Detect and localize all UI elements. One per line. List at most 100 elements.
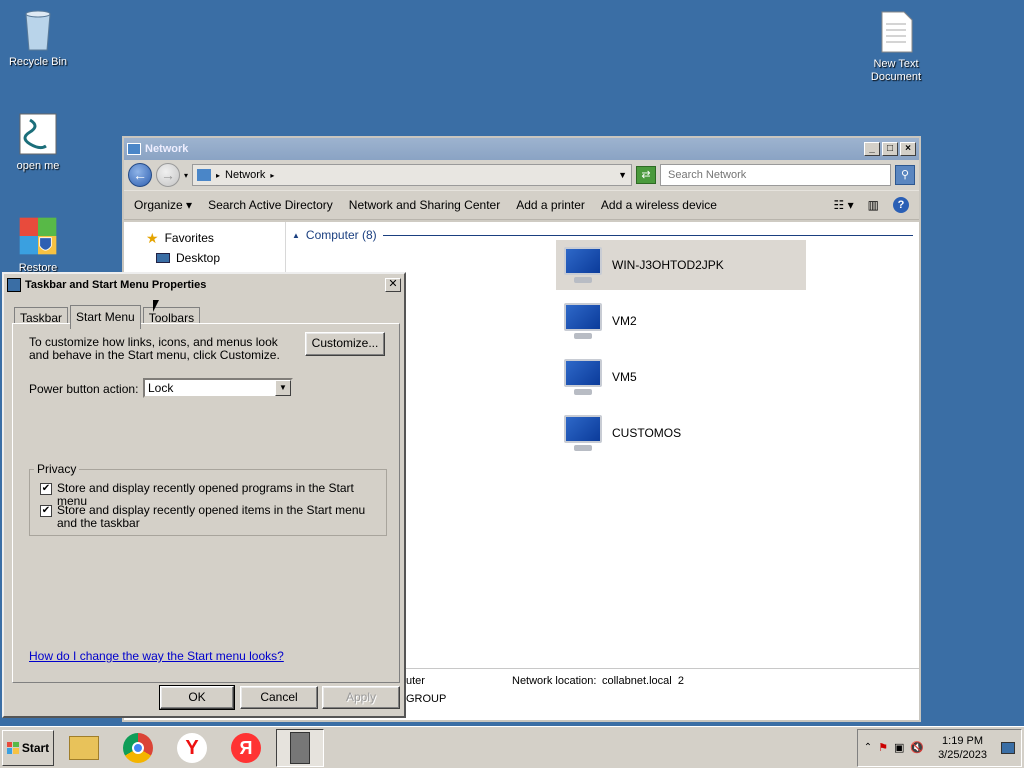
group-header-label: Computer (8): [305, 228, 377, 242]
show-hidden-icons-icon[interactable]: ⌃: [864, 742, 872, 753]
star-icon: ★: [146, 229, 159, 246]
privacy-group: Privacy ✔ Store and display recently ope…: [29, 462, 387, 536]
taskbar-properties-dialog: Taskbar and Start Menu Properties ✕ Task…: [2, 272, 406, 718]
start-menu-tab-panel: To customize how links, icons, and menus…: [12, 323, 400, 683]
computer-item[interactable]: VM2: [556, 296, 806, 346]
system-tray: ⌃ ⚑ ▣ 🔇 1:19 PM 3/25/2023: [856, 728, 1022, 767]
start-label: Start: [21, 740, 50, 755]
apply-button[interactable]: Apply: [322, 686, 400, 709]
address-dropdown-icon[interactable]: ▼: [618, 170, 627, 180]
computer-item[interactable]: VM5: [556, 352, 806, 402]
explorer-title: Network: [145, 143, 189, 155]
restore-shield-icon: [18, 214, 58, 258]
customize-button[interactable]: Customize...: [305, 332, 385, 356]
privacy-legend: Privacy: [37, 462, 77, 476]
nav-favorites[interactable]: ★ Favorites: [146, 228, 285, 248]
explorer-titlebar[interactable]: Network _ □ ×: [124, 138, 919, 160]
script-file-icon: [18, 112, 58, 156]
add-printer-button[interactable]: Add a printer: [516, 198, 585, 212]
dialog-title: Taskbar and Start Menu Properties: [25, 279, 207, 291]
power-button-action-select[interactable]: Lock ▼: [143, 378, 293, 398]
help-link[interactable]: How do I change the way the Start menu l…: [29, 649, 284, 663]
computer-icon: [560, 243, 606, 287]
views-icon[interactable]: ☷ ▾: [834, 198, 854, 212]
recent-items-checkbox[interactable]: ✔ Store and display recently opened item…: [40, 504, 370, 530]
address-bar[interactable]: ▸ Network ▸ ▼: [192, 164, 633, 186]
clock-time: 1:19 PM: [942, 734, 984, 747]
file-explorer-icon: [69, 735, 99, 760]
minimize-button[interactable]: _: [864, 142, 880, 156]
preview-pane-icon[interactable]: ▥: [868, 198, 879, 212]
cancel-button[interactable]: Cancel: [240, 686, 318, 709]
forward-button[interactable]: →: [156, 163, 180, 187]
recycle-bin-icon: [18, 8, 58, 52]
details-network-location-label: Network location:: [512, 675, 597, 687]
command-bar: Organize ▾ Search Active Directory Netwo…: [124, 190, 919, 220]
back-button[interactable]: ←: [128, 163, 152, 187]
nav-desktop[interactable]: Desktop: [146, 248, 285, 268]
desktop-icon-recycle-bin[interactable]: Recycle Bin: [0, 8, 76, 69]
collapse-icon[interactable]: ▲: [292, 231, 300, 240]
volume-muted-icon[interactable]: 🔇: [910, 741, 924, 754]
action-center-icon[interactable]: ⚑: [878, 741, 888, 754]
add-wireless-device-button[interactable]: Add a wireless device: [601, 198, 717, 212]
yandex-icon: Я: [231, 732, 261, 763]
chevron-down-icon[interactable]: ▼: [275, 380, 291, 396]
clock[interactable]: 1:19 PM 3/25/2023: [930, 734, 995, 762]
address-segment-network[interactable]: Network: [225, 169, 265, 181]
desktop-folder-icon: [156, 253, 170, 263]
desktop-icon-restore[interactable]: Restore: [0, 214, 76, 275]
taskbar-yandex-browser[interactable]: Y: [168, 729, 216, 767]
address-separator: ▸: [270, 170, 275, 180]
desktop-icon-label: open me: [16, 160, 60, 172]
computer-item[interactable]: WIN-J3OHTOD2JPK: [556, 240, 806, 290]
ok-button[interactable]: OK: [159, 685, 235, 710]
dialog-close-button[interactable]: ✕: [385, 278, 401, 292]
desktop-icon-open-me[interactable]: open me: [0, 112, 76, 173]
taskbar-yandex[interactable]: Я: [222, 729, 270, 767]
clock-date: 3/25/2023: [938, 748, 987, 761]
power-button-action-value: Lock: [148, 381, 174, 395]
refresh-button[interactable]: ⇄: [636, 166, 657, 184]
desktop-icon-new-text-document[interactable]: New Text Document: [858, 10, 934, 84]
start-button[interactable]: Start: [2, 729, 54, 766]
search-active-directory-button[interactable]: Search Active Directory: [208, 198, 333, 212]
details-workgroup: GROUP: [406, 693, 447, 705]
search-input[interactable]: [666, 168, 885, 182]
address-row: ← → ▾ ▸ Network ▸ ▼ ⇄ ⚲: [124, 160, 919, 190]
computer-name: WIN-J3OHTOD2JPK: [612, 258, 724, 272]
organize-menu[interactable]: Organize ▾: [134, 198, 192, 212]
chrome-icon: [123, 732, 153, 763]
close-button[interactable]: ×: [900, 142, 916, 156]
maximize-button[interactable]: □: [882, 142, 898, 156]
power-button-label: Power button action:: [29, 382, 139, 396]
checkmark-icon[interactable]: ✔: [40, 505, 52, 517]
computer-icon: [560, 299, 606, 343]
computer-name: CUSTOMOS: [612, 426, 682, 440]
taskbar-server-manager[interactable]: [276, 728, 324, 767]
taskbar-chrome[interactable]: [114, 729, 162, 767]
taskbar-file-explorer[interactable]: [60, 729, 108, 767]
search-icon[interactable]: ⚲: [895, 165, 915, 185]
history-dropdown-icon[interactable]: ▾: [184, 171, 188, 180]
computer-item[interactable]: CUSTOMOS: [556, 408, 806, 458]
address-separator: ▸: [216, 170, 221, 180]
dialog-titlebar[interactable]: Taskbar and Start Menu Properties ✕: [4, 274, 404, 296]
taskbar: Start Y Я ⌃ ⚑ ▣ 🔇 1:19 PM 3/25/2023: [0, 726, 1024, 768]
computer-name: VM5: [612, 370, 637, 384]
network-icon: [197, 169, 212, 181]
help-icon[interactable]: ?: [893, 197, 909, 213]
yandex-browser-icon: Y: [177, 732, 207, 763]
details-network-location-value: collabnet.local 2: [602, 675, 684, 687]
computer-name: VM2: [612, 314, 637, 328]
checkmark-icon[interactable]: ✔: [40, 483, 52, 495]
network-sharing-center-button[interactable]: Network and Sharing Center: [349, 198, 500, 212]
show-desktop-icon[interactable]: [1001, 741, 1015, 754]
desktop-icon-label: New Text Document: [870, 58, 922, 83]
tab-start-menu[interactable]: Start Menu: [70, 305, 141, 329]
network-tray-icon[interactable]: ▣: [894, 741, 904, 754]
computer-icon: [560, 411, 606, 455]
search-box[interactable]: [660, 164, 891, 186]
computer-icon: [560, 355, 606, 399]
windows-logo-icon: [6, 741, 19, 754]
